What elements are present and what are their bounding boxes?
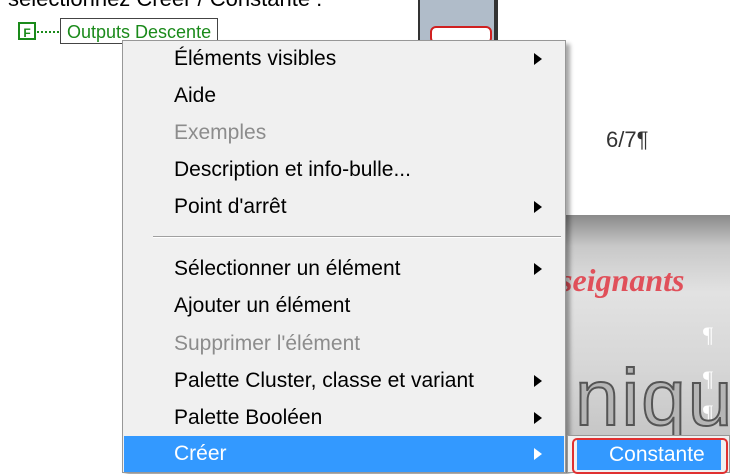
instruction-text: sélectionnez Créer / Constante :	[8, 0, 322, 12]
context-menu: Éléments visibles Aide Exemples Descript…	[122, 40, 566, 473]
menu-item-elements-visibles[interactable]: Éléments visibles	[124, 41, 564, 77]
menu-item-palette-booleen[interactable]: Palette Booléen	[124, 400, 564, 436]
menu-item-label: Point d'arrêt	[174, 195, 287, 218]
menu-item-label: Supprimer l'élément	[174, 332, 361, 355]
submenu-arrow-icon	[534, 412, 542, 424]
menu-item-aide[interactable]: Aide	[124, 78, 564, 114]
slide-title-text: seignants	[560, 262, 685, 298]
menu-item-label: Description et info-bulle...	[174, 158, 411, 181]
menu-item-label: Exemples	[174, 121, 267, 144]
submenu-arrow-icon	[534, 263, 542, 275]
submenu-arrow-icon	[534, 448, 542, 460]
create-submenu: Constante	[567, 435, 730, 474]
menu-separator	[153, 236, 561, 238]
menu-item-creer[interactable]: Créer	[124, 436, 564, 472]
menu-item-label: Palette Booléen	[174, 406, 323, 429]
menu-item-supprimer-element: Supprimer l'élément	[124, 326, 564, 362]
menu-item-point-arret[interactable]: Point d'arrêt	[124, 189, 564, 225]
pilcrow-mark: ¶	[703, 322, 713, 347]
menu-item-label: Créer	[174, 442, 227, 465]
submenu-arrow-icon	[534, 201, 542, 213]
menu-item-label: Palette Cluster, classe et variant	[174, 369, 474, 392]
menu-item-exemples: Exemples	[124, 115, 564, 151]
wire	[37, 31, 59, 33]
red-annotation-outline	[572, 438, 728, 474]
submenu-arrow-icon	[534, 375, 542, 387]
menu-item-label: Aide	[174, 84, 217, 107]
menu-item-label: Ajouter un élément	[174, 294, 351, 317]
menu-item-selectionner-element[interactable]: Sélectionner un élément	[124, 251, 564, 287]
menu-item-description[interactable]: Description et info-bulle...	[124, 152, 564, 188]
menu-item-label: Sélectionner un élément	[174, 257, 401, 280]
page-number: 6/7¶	[606, 127, 649, 152]
slide-logo-text: niqu	[574, 352, 730, 443]
menu-item-label: Éléments visibles	[174, 47, 337, 70]
submenu-arrow-icon	[534, 53, 542, 65]
boolean-terminal-icon[interactable]: F	[18, 22, 36, 40]
menu-item-ajouter-element[interactable]: Ajouter un élément	[124, 288, 564, 324]
menu-item-palette-cluster[interactable]: Palette Cluster, classe et variant	[124, 363, 564, 399]
